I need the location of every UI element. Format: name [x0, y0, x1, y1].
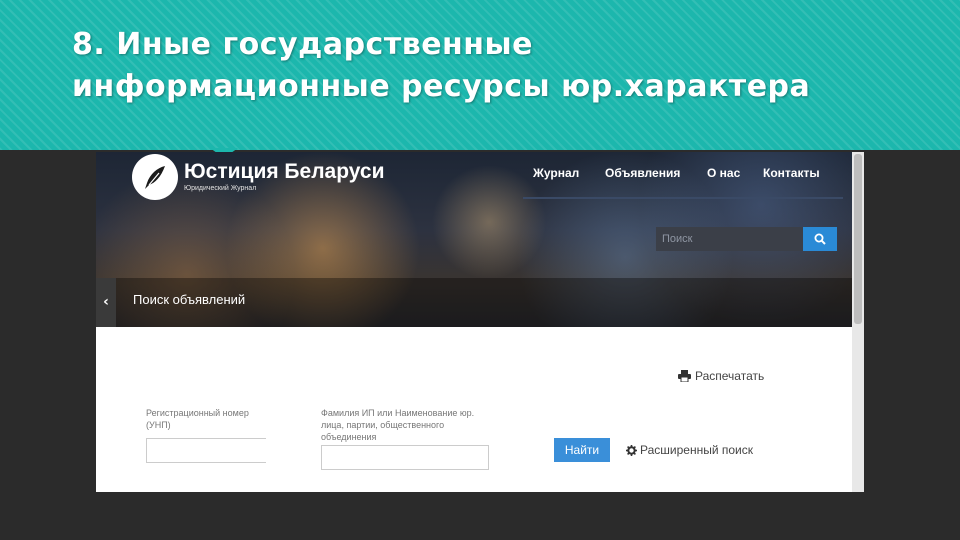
nav-about[interactable]: О нас: [707, 166, 740, 180]
print-link[interactable]: Распечатать: [678, 369, 764, 383]
nav-underline: [523, 197, 843, 199]
search-input[interactable]: [656, 227, 803, 251]
nav-contacts[interactable]: Контакты: [763, 166, 820, 180]
nav-announcements[interactable]: Объявления: [605, 166, 680, 180]
search-button[interactable]: [803, 227, 837, 251]
find-button[interactable]: Найти: [554, 438, 610, 462]
slide-title: 8. Иные государственные информационные р…: [72, 27, 811, 104]
printer-icon: [678, 370, 691, 383]
advanced-search-link[interactable]: Расширенный поиск: [626, 443, 753, 457]
reg-number-input[interactable]: [146, 438, 266, 463]
field-label-reg-number: Регистрационный номер (УНП): [146, 408, 249, 430]
field-label-entity-name: Фамилия ИП или Наименование юр. лица, па…: [321, 408, 475, 442]
print-label: Распечатать: [695, 369, 765, 383]
site-logo-title[interactable]: Юстиция Беларуси: [184, 160, 385, 184]
search-icon: [814, 233, 826, 245]
nav-journal[interactable]: Журнал: [533, 166, 579, 180]
advanced-search-label: Расширенный поиск: [640, 443, 753, 457]
site-logo-subtitle: Юридический Журнал: [184, 185, 257, 192]
section-title: Поиск объявлений: [133, 292, 246, 307]
scrollbar-thumb[interactable]: [854, 154, 862, 324]
back-chevron-icon[interactable]: ‹: [96, 278, 116, 327]
gear-icon: [626, 445, 637, 456]
website-screenshot: Юстиция Беларуси Юридический Журнал Журн…: [96, 152, 864, 492]
entity-name-input[interactable]: [321, 445, 489, 470]
quill-logo-icon[interactable]: [132, 154, 178, 200]
